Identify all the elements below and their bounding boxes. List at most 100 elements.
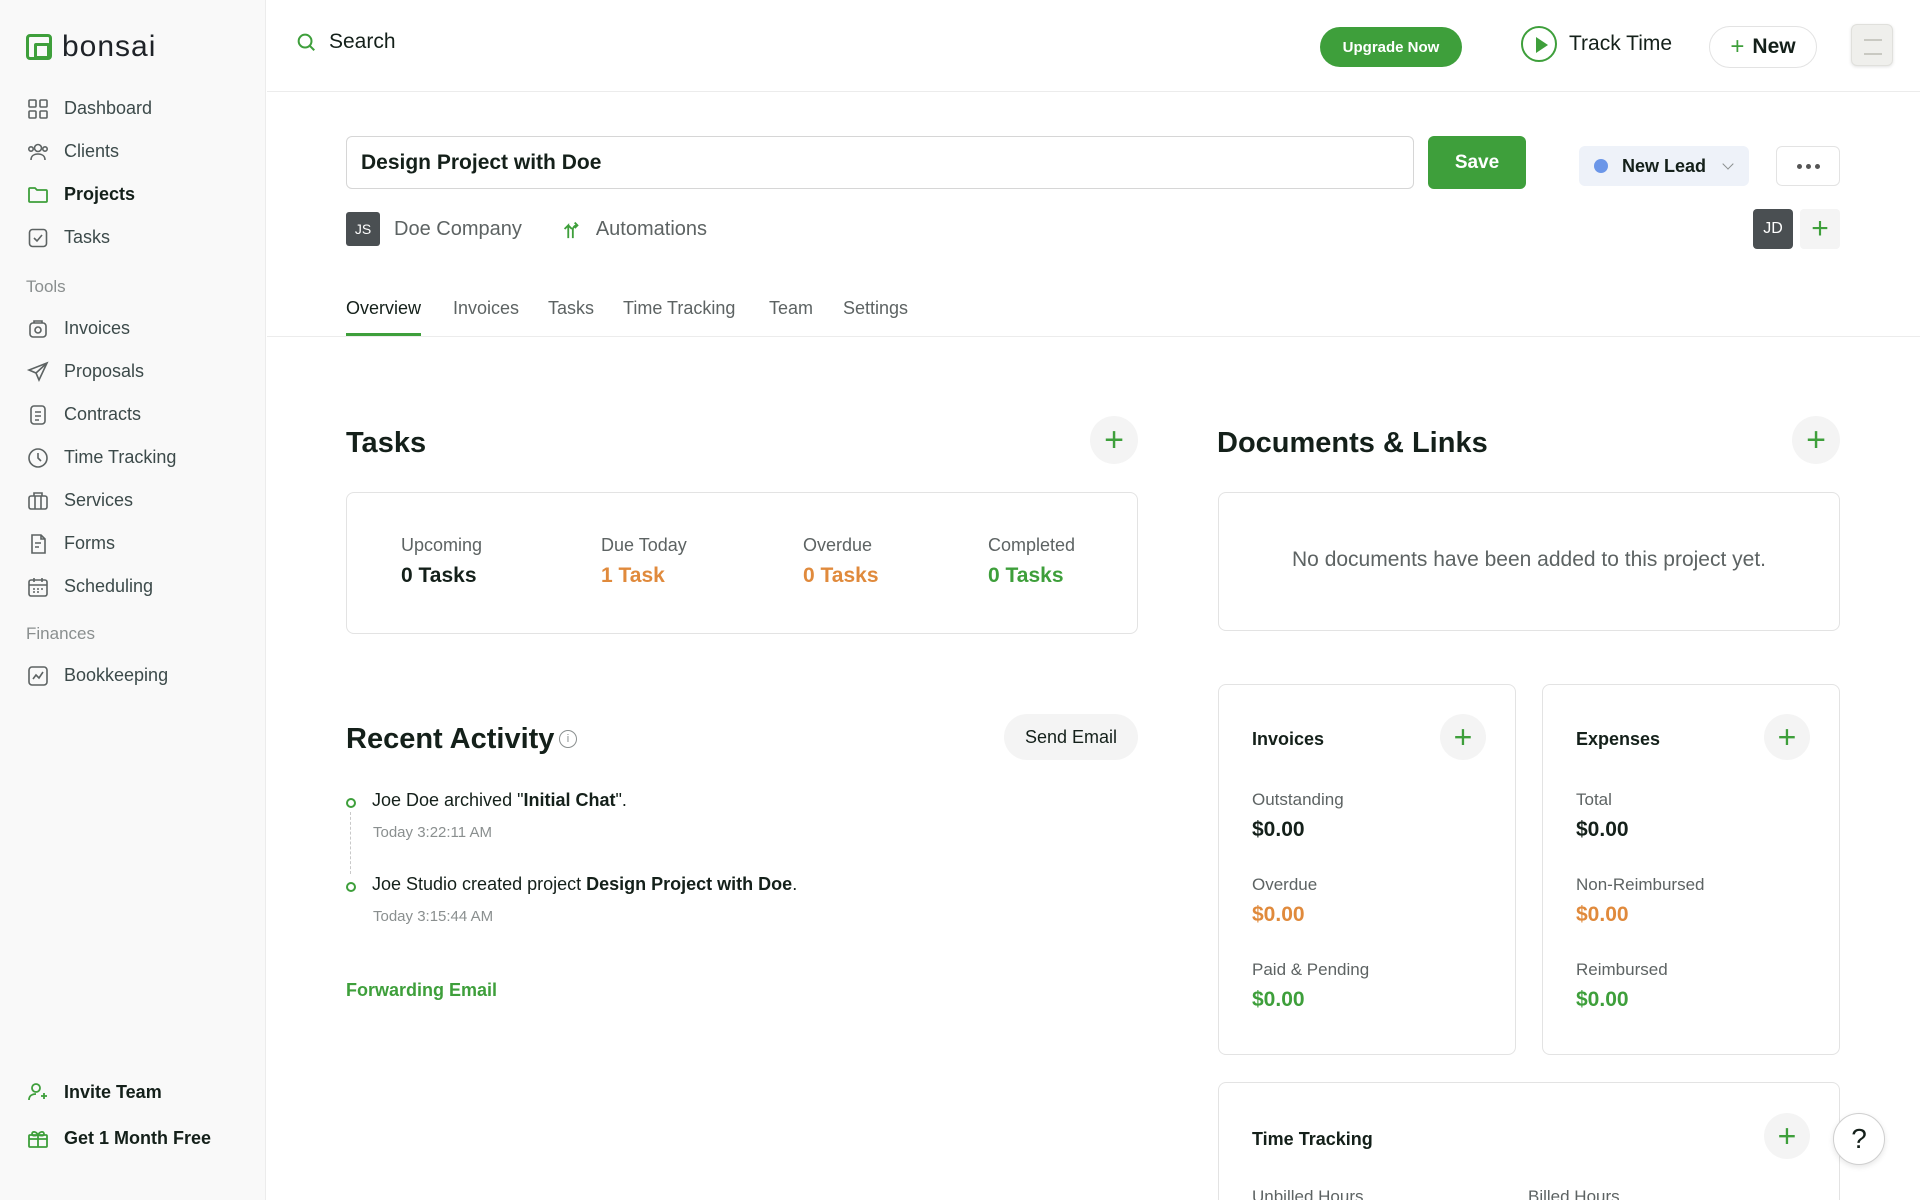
tab-settings[interactable]: Settings [843,298,908,333]
sidebar-item-scheduling[interactable]: Scheduling [26,565,255,608]
sidebar-item-proposals[interactable]: Proposals [26,350,255,393]
add-user-icon [28,1083,47,1101]
add-member-button[interactable]: + [1800,209,1840,249]
account-avatar[interactable] [1851,24,1893,66]
sidebar-item-label: Dashboard [64,98,153,118]
project-title-input[interactable] [346,136,1414,189]
sidebar-item-services[interactable]: Services [26,479,255,522]
upgrade-now-button[interactable]: Upgrade Now [1320,27,1462,67]
invite-team-label: Invite Team [64,1081,162,1102]
upcoming-stat[interactable]: Upcoming 0 Tasks [401,535,482,588]
sidebar-item-label: Invoices [64,318,131,338]
sidebar-item-label: Tasks [64,227,111,247]
invoices-card: Invoices + Outstanding $0.00 Overdue $0.… [1218,684,1516,1055]
save-button[interactable]: Save [1428,136,1526,189]
ellipsis-dot [1814,163,1820,169]
due-today-stat[interactable]: Due Today 1 Task [601,535,687,588]
sidebar-item-label: Projects [64,184,136,204]
sidebar: bonsai Dashboard Clients Projects Tasks … [0,0,266,1200]
completed-stat[interactable]: Completed 0 Tasks [988,535,1075,588]
total-row: Total $0.00 [1576,790,1629,842]
status-dot-icon [1594,159,1608,173]
topbar: Search Upgrade Now Track Time + New [267,0,1920,92]
sidebar-item-label: Services [64,490,134,510]
activity-time: Today 3:15:44 AM [373,908,494,925]
bonsai-logo[interactable]: bonsai [26,30,156,64]
timeline-dot-icon [346,798,356,808]
add-time-entry-button[interactable]: + [1764,1113,1810,1159]
activity-text-post: ". [615,790,627,810]
project-status-dropdown[interactable]: New Lead [1579,146,1749,186]
invite-team-button[interactable]: Invite Team [26,1069,211,1115]
tab-time-tracking[interactable]: Time Tracking [623,298,735,333]
send-email-button[interactable]: Send Email [1004,714,1138,760]
client-avatar: JS [346,212,380,246]
documents-card: No documents have been added to this pro… [1218,492,1840,631]
time-tracking-card-title: Time Tracking [1252,1129,1373,1149]
project-tabs: Overview Invoices Tasks Time Tracking Te… [267,290,1920,337]
add-invoice-button[interactable]: + [1440,714,1486,760]
track-time-button[interactable]: Track Time [1521,26,1672,62]
form-icon [31,533,46,554]
sidebar-bottom: Invite Team Get 1 Month Free [26,1069,211,1161]
activity-text-post: . [792,874,798,894]
search-icon [297,33,315,51]
finances-group-label: Finances [26,624,95,643]
search-box[interactable]: Search [295,30,396,54]
automations-link[interactable]: Automations [596,218,707,241]
add-task-button[interactable]: + [1090,416,1138,464]
track-time-label: Track Time [1569,32,1673,55]
info-icon[interactable]: i [559,730,577,748]
sidebar-item-forms[interactable]: Forms [26,522,255,565]
fin-label: Overdue [1252,875,1318,894]
overdue-stat[interactable]: Overdue 0 Tasks [803,535,879,588]
reimbursed-row: Reimbursed $0.00 [1576,960,1668,1012]
add-document-button[interactable]: + [1792,416,1840,464]
play-icon [1521,26,1557,62]
activity-subject[interactable]: Design Project with Doe [586,874,792,894]
new-label: New [1752,35,1796,58]
fin-value: $0.00 [1576,988,1629,1011]
stat-value: 0 Tasks [803,564,879,587]
bonsai-logo-icon [26,34,52,60]
expenses-card: Expenses + Total $0.00 Non-Reimbursed $0… [1542,684,1840,1055]
tab-invoices[interactable]: Invoices [453,298,519,333]
activity-time: Today 3:22:11 AM [373,824,492,841]
activity-item: Joe Doe archived "Initial Chat". Today 3… [346,790,1146,874]
documents-empty-text: No documents have been added to this pro… [1292,548,1766,571]
fin-value: $0.00 [1252,988,1305,1011]
sidebar-item-tasks[interactable]: Tasks [26,216,255,259]
activity-text: Joe Doe archived "Initial Chat". [372,790,627,811]
overdue-row: Overdue $0.00 [1252,875,1317,927]
fin-label: Non-Reimbursed [1576,875,1705,894]
sidebar-item-invoices[interactable]: Invoices [26,307,255,350]
sidebar-item-dashboard[interactable]: Dashboard [26,87,255,130]
sidebar-item-label: Forms [64,533,115,553]
stat-label: Overdue [803,535,873,555]
people-icon [27,143,48,160]
tab-team[interactable]: Team [769,298,813,333]
client-link[interactable]: Doe Company [394,218,522,241]
new-button[interactable]: + New [1709,26,1817,68]
tab-tasks[interactable]: Tasks [548,298,594,333]
help-button[interactable]: ? [1833,1113,1885,1165]
fin-value: $0.00 [1252,903,1305,926]
forwarding-email-link[interactable]: Forwarding Email [346,980,497,1001]
gift-icon [28,1130,48,1148]
sidebar-item-clients[interactable]: Clients [26,130,255,173]
more-options-button[interactable] [1776,146,1840,186]
sidebar-item-bookkeeping[interactable]: Bookkeeping [26,654,255,697]
checkbox-icon [28,228,48,247]
sidebar-item-label: Contracts [64,404,142,424]
sidebar-item-projects[interactable]: Projects [26,173,255,216]
get-free-month-button[interactable]: Get 1 Month Free [26,1115,211,1161]
sidebar-item-label: Scheduling [64,576,154,596]
member-avatar[interactable]: JD [1753,209,1793,249]
sidebar-item-contracts[interactable]: Contracts [26,393,255,436]
status-label: New Lead [1622,155,1707,176]
stat-label: Upcoming [401,535,483,555]
add-expense-button[interactable]: + [1764,714,1810,760]
expenses-card-title: Expenses [1576,729,1661,749]
sidebar-item-time-tracking[interactable]: Time Tracking [26,436,255,479]
tab-overview[interactable]: Overview [346,298,422,336]
